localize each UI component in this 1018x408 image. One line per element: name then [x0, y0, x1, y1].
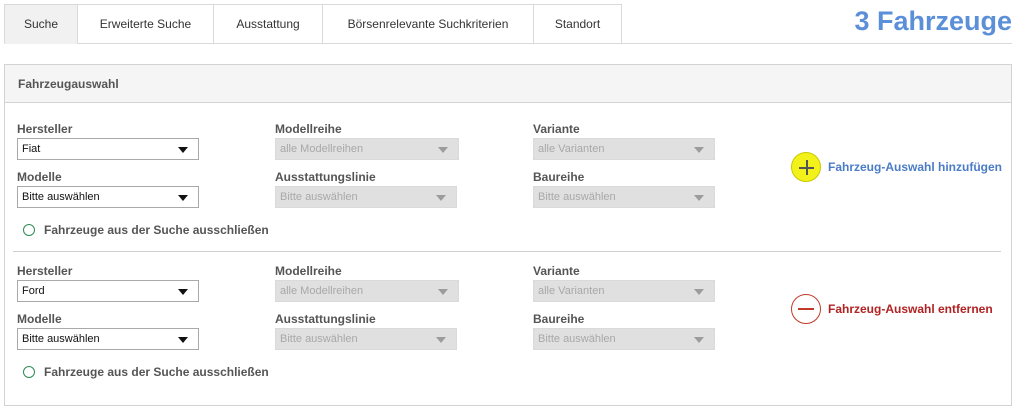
- chevron-down-icon: [436, 195, 446, 201]
- ausstattungslinie-value: Bitte auswählen: [280, 333, 358, 345]
- variante-value: alle Varianten: [538, 285, 605, 297]
- remove-vehicle-selection-button[interactable]: Fahrzeug-Auswahl entfernen: [791, 294, 993, 324]
- chevron-down-icon: [436, 337, 446, 343]
- tab-suche[interactable]: Suche: [4, 4, 78, 44]
- ausstattungslinie-value: Bitte auswählen: [280, 191, 358, 203]
- tab-standort[interactable]: Standort: [534, 4, 622, 44]
- chevron-down-icon: [694, 289, 704, 295]
- hersteller-value: Fiat: [22, 143, 41, 155]
- baureihe-label: Baureihe: [533, 312, 585, 326]
- radio-icon[interactable]: [23, 366, 35, 378]
- vehicle-selection-group: Hersteller Ford Modelle Bitte auswählen …: [5, 246, 1011, 386]
- ausstattungslinie-select: Bitte auswählen: [275, 186, 457, 208]
- add-vehicle-selection-button[interactable]: Fahrzeug-Auswahl hinzufügen: [791, 152, 1002, 182]
- panel-title: Fahrzeugauswahl: [5, 65, 1011, 103]
- chevron-down-icon: [178, 337, 188, 343]
- variante-label: Variante: [533, 264, 580, 278]
- baureihe-label: Baureihe: [533, 170, 585, 184]
- tab-bar: Suche Erweiterte Suche Ausstattung Börse…: [4, 4, 622, 44]
- baureihe-value: Bitte auswählen: [538, 333, 616, 345]
- chevron-down-icon: [178, 289, 188, 295]
- chevron-down-icon: [694, 195, 704, 201]
- plus-circle-icon[interactable]: [791, 152, 821, 182]
- tab-divider: [622, 43, 1012, 44]
- chevron-down-icon: [694, 147, 704, 153]
- chevron-down-icon: [178, 147, 188, 153]
- tab-ausstattung[interactable]: Ausstattung: [214, 4, 323, 44]
- ausstattungslinie-select: Bitte auswählen: [275, 328, 457, 350]
- hersteller-select[interactable]: Ford: [17, 280, 199, 302]
- vehicle-selection-panel: Fahrzeugauswahl Hersteller Fiat Modelle …: [4, 64, 1012, 406]
- modellreihe-select: alle Modellreihen: [275, 138, 459, 160]
- chevron-down-icon: [178, 195, 188, 201]
- exclude-vehicles-label: Fahrzeuge aus der Suche ausschließen: [44, 365, 269, 379]
- modelle-select[interactable]: Bitte auswählen: [17, 328, 199, 350]
- minus-circle-icon[interactable]: [791, 294, 821, 324]
- variante-select: alle Varianten: [533, 280, 715, 302]
- result-count: 3 Fahrzeuge: [854, 6, 1012, 36]
- hersteller-label: Hersteller: [17, 122, 73, 136]
- exclude-vehicles-option[interactable]: Fahrzeuge aus der Suche ausschließen: [23, 223, 269, 237]
- hersteller-label: Hersteller: [17, 264, 73, 278]
- modellreihe-select: alle Modellreihen: [275, 280, 459, 302]
- add-vehicle-selection-label[interactable]: Fahrzeug-Auswahl hinzufügen: [828, 160, 1002, 174]
- exclude-vehicles-option[interactable]: Fahrzeuge aus der Suche ausschließen: [23, 365, 269, 379]
- vehicle-selection-group: Hersteller Fiat Modelle Bitte auswählen …: [5, 104, 1011, 244]
- baureihe-value: Bitte auswählen: [538, 191, 616, 203]
- exclude-vehicles-label: Fahrzeuge aus der Suche ausschließen: [44, 223, 269, 237]
- variante-value: alle Varianten: [538, 143, 605, 155]
- remove-vehicle-selection-label[interactable]: Fahrzeug-Auswahl entfernen: [828, 302, 993, 316]
- modelle-label: Modelle: [17, 170, 62, 184]
- modelle-select[interactable]: Bitte auswählen: [17, 186, 199, 208]
- ausstattungslinie-label: Ausstattungslinie: [275, 170, 376, 184]
- chevron-down-icon: [694, 337, 704, 343]
- modelle-label: Modelle: [17, 312, 62, 326]
- ausstattungslinie-label: Ausstattungslinie: [275, 312, 376, 326]
- baureihe-select: Bitte auswählen: [533, 186, 715, 208]
- modelle-value: Bitte auswählen: [22, 191, 100, 203]
- chevron-down-icon: [438, 147, 448, 153]
- tab-boersenrelevante-suchkriterien[interactable]: Börsenrelevante Suchkriterien: [323, 4, 534, 44]
- modellreihe-label: Modellreihe: [275, 122, 342, 136]
- hersteller-value: Ford: [22, 285, 45, 297]
- baureihe-select: Bitte auswählen: [533, 328, 715, 350]
- radio-icon[interactable]: [23, 224, 35, 236]
- modellreihe-value: alle Modellreihen: [280, 143, 364, 155]
- chevron-down-icon: [438, 289, 448, 295]
- modellreihe-label: Modellreihe: [275, 264, 342, 278]
- modellreihe-value: alle Modellreihen: [280, 285, 364, 297]
- hersteller-select[interactable]: Fiat: [17, 138, 199, 160]
- variante-label: Variante: [533, 122, 580, 136]
- variante-select: alle Varianten: [533, 138, 715, 160]
- modelle-value: Bitte auswählen: [22, 333, 100, 345]
- tab-erweiterte-suche[interactable]: Erweiterte Suche: [78, 4, 214, 44]
